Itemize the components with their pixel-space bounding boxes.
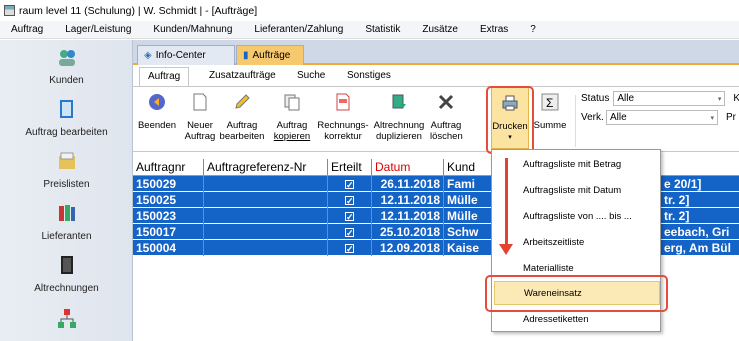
chevron-down-icon: ▾ <box>710 114 714 122</box>
tab-auftraege[interactable]: ▮ Aufträge <box>236 45 304 65</box>
menu-lieferanten-zahlung[interactable]: Lieferanten/Zahlung <box>243 24 354 35</box>
pencil-icon <box>235 94 250 109</box>
checkbox-checked-icon <box>345 177 354 192</box>
sidebar-item-label: Auftrag bearbeiten <box>25 127 108 138</box>
status-filter: Status Alle ▾ Ka <box>581 91 739 106</box>
sidebar-item-kunden[interactable]: Kunden <box>0 46 133 86</box>
app-icon <box>4 5 15 16</box>
sidebar-item-auftrag-bearbeiten[interactable]: Auftrag bearbeiten <box>0 98 133 138</box>
verk-select[interactable]: Alle ▾ <box>606 110 718 125</box>
menu-item-arbeitszeitliste[interactable]: Arbeitszeitliste <box>492 231 662 255</box>
auftrag-kopieren-button[interactable]: Auftrag kopieren <box>269 87 315 142</box>
ribbon-toolbar: Beenden Neuer Auftrag Auftrag bearbeiten… <box>133 86 739 152</box>
duplicate-icon <box>392 94 406 109</box>
menu-lager-leistung[interactable]: Lager/Leistung <box>54 24 142 35</box>
ribbon-separator <box>575 95 576 147</box>
exit-icon <box>149 94 165 110</box>
menu-item-auftragsliste-datum[interactable]: Auftragsliste mit Datum <box>492 179 662 203</box>
checkbox-checked-icon <box>345 209 354 224</box>
neuer-auftrag-button[interactable]: Neuer Auftrag <box>181 87 219 142</box>
beenden-button[interactable]: Beenden <box>136 87 178 131</box>
new-document-icon <box>193 93 207 111</box>
sidebar-item-label: Altrechnungen <box>34 283 99 294</box>
ribbon-tabs: Auftrag Zusatzaufträge Suche Sonstiges <box>133 67 739 87</box>
folder-icon <box>58 152 75 169</box>
sigma-icon: Σ <box>541 93 559 111</box>
tab-info-center[interactable]: ◈ Info-Center <box>137 45 235 65</box>
copy-icon <box>284 94 300 111</box>
auftrag-loeschen-button[interactable]: Auftrag löschen <box>430 87 463 142</box>
delete-icon <box>438 94 454 110</box>
books-icon <box>58 205 75 221</box>
document-icon <box>59 100 73 118</box>
chevron-down-icon: ▾ <box>717 95 722 103</box>
sidebar-item-network[interactable] <box>0 308 133 337</box>
tab-label: Aufträge <box>252 50 291 61</box>
sidebar-item-altrechnungen[interactable]: Altrechnungen <box>0 254 133 294</box>
menu-auftrag[interactable]: Auftrag <box>0 24 54 35</box>
document-tabs: ◈ Info-Center ▮ Aufträge <box>133 40 739 65</box>
invoice-icon <box>336 93 350 111</box>
checkbox-checked-icon <box>345 225 354 240</box>
sidebar-item-label: Kunden <box>49 75 84 86</box>
ribbon-tab-zusatzauftraege[interactable]: Zusatzaufträge <box>209 70 276 81</box>
menu-extras[interactable]: Extras <box>469 24 519 35</box>
sidebar-item-lieferanten[interactable]: Lieferanten <box>0 202 133 242</box>
sidebar-item-label: Lieferanten <box>41 231 92 242</box>
tab-doc-icon: ▮ <box>243 50 249 61</box>
menu-zusaetze[interactable]: Zusätze <box>411 24 469 35</box>
sidebar: Kunden Auftrag bearbeiten Preislisten Li… <box>0 40 133 341</box>
network-icon <box>57 309 76 328</box>
auftrag-bearbeiten-button[interactable]: Auftrag bearbeiten <box>219 87 265 142</box>
menu-statistik[interactable]: Statistik <box>354 24 411 35</box>
users-icon <box>58 50 75 66</box>
ribbon-tab-auftrag[interactable]: Auftrag <box>139 67 190 87</box>
wareneinsatz-highlight-box <box>485 275 668 312</box>
menu-help[interactable]: ? <box>519 24 547 35</box>
summe-button[interactable]: Σ Summe <box>533 87 567 131</box>
checkbox-checked-icon <box>345 193 354 208</box>
column-header[interactable]: Auftragnr <box>133 159 204 175</box>
rechnungskorrektur-button[interactable]: Rechnungs- korrektur <box>316 87 370 142</box>
ribbon-tab-suche[interactable]: Suche <box>297 70 325 81</box>
checkbox-checked-icon <box>345 241 354 256</box>
menu-item-auftragsliste-betrag[interactable]: Auftragsliste mit Betrag <box>492 153 662 177</box>
altrechnung-duplizieren-button[interactable]: Altrechnung duplizieren <box>371 87 427 142</box>
svg-text:Σ: Σ <box>546 96 553 110</box>
sidebar-item-label: Preislisten <box>43 179 90 190</box>
diamond-icon: ◈ <box>144 50 152 61</box>
column-header[interactable]: Erteilt <box>328 159 372 175</box>
title-bar: raum level 11 (Schulung) | W. Schmidt | … <box>0 0 739 21</box>
annotation-arrow-head <box>499 244 513 255</box>
menu-item-auftragsliste-von-bis[interactable]: Auftragsliste von .... bis ... <box>492 205 662 229</box>
verk-filter: Verk. Alle ▾ Pr <box>581 110 736 125</box>
tab-label: Info-Center <box>155 50 206 61</box>
annotation-arrow-line <box>505 158 508 246</box>
sidebar-item-preislisten[interactable]: Preislisten <box>0 150 133 190</box>
status-select[interactable]: Alle ▾ <box>613 91 726 106</box>
menu-bar: Auftrag Lager/Leistung Kunden/Mahnung Li… <box>0 21 739 39</box>
ribbon-tab-sonstiges[interactable]: Sonstiges <box>347 70 391 81</box>
column-header[interactable]: Kund <box>444 159 494 175</box>
column-header[interactable]: Datum <box>372 159 444 175</box>
window-title: raum level 11 (Schulung) | W. Schmidt | … <box>19 4 258 17</box>
drucken-highlight-box <box>486 86 534 154</box>
menu-kunden-mahnung[interactable]: Kunden/Mahnung <box>142 24 243 35</box>
column-header[interactable]: Auftragreferenz-Nr <box>204 159 328 175</box>
binder-icon <box>60 256 73 274</box>
